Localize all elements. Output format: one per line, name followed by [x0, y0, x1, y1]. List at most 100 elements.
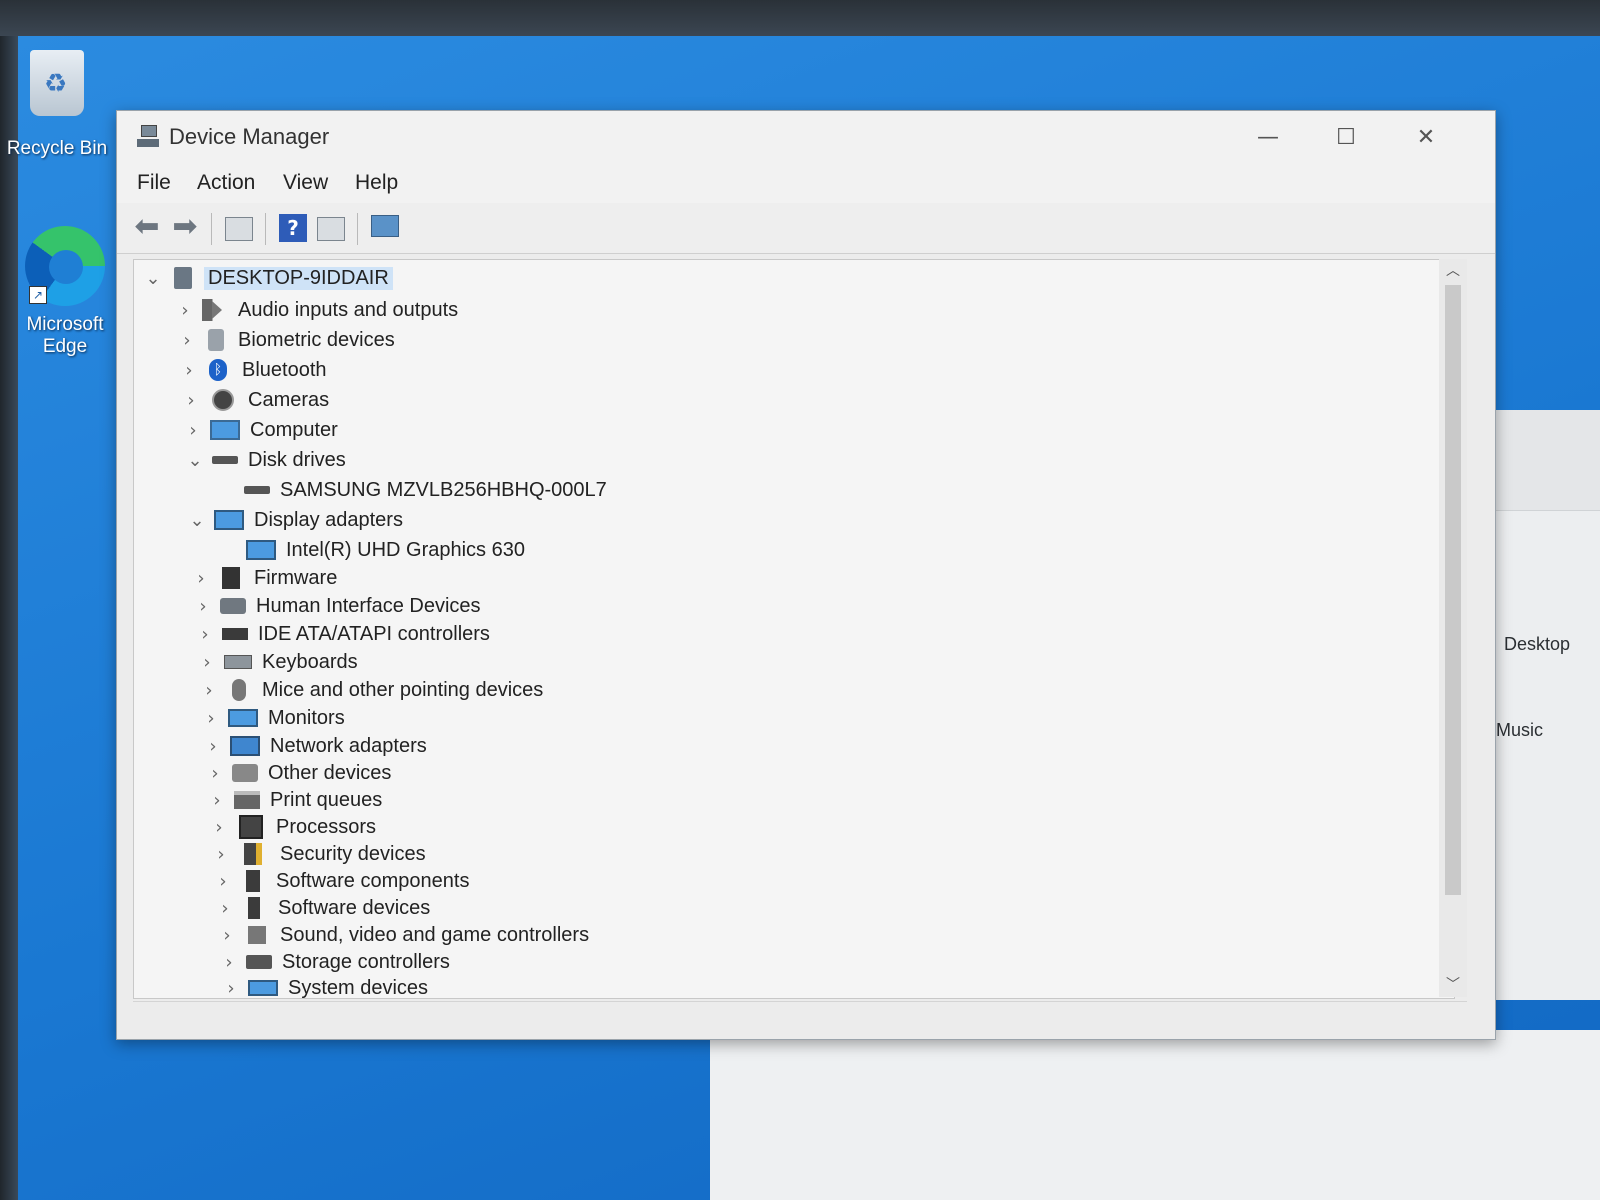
collapse-caret-icon[interactable]: › — [200, 708, 222, 729]
tree-item-software-devices[interactable]: › Software devices — [214, 894, 430, 922]
software-component-icon — [246, 870, 260, 892]
collapse-caret-icon[interactable]: › — [180, 390, 202, 411]
minimize-button[interactable]: — — [1241, 119, 1295, 157]
collapse-caret-icon[interactable]: › — [190, 568, 212, 589]
collapse-caret-icon[interactable]: › — [202, 736, 224, 757]
security-icon — [244, 843, 262, 865]
tree-item-system[interactable]: › System devices — [220, 974, 428, 999]
tree-item-firmware[interactable]: › Firmware — [190, 564, 337, 592]
device-manager-window: Device Manager — ☐ ✕ File Action View He… — [116, 110, 1496, 1040]
tree-item-bluetooth[interactable]: › ᛒ Bluetooth — [178, 356, 327, 384]
view-icon[interactable] — [317, 217, 345, 241]
status-bar — [133, 1001, 1467, 1036]
tree-item-label: Bluetooth — [242, 358, 327, 381]
tree-item-keyboards[interactable]: › Keyboards — [196, 648, 358, 676]
collapse-caret-icon[interactable]: › — [198, 680, 220, 701]
tree-item-hid[interactable]: › Human Interface Devices — [192, 592, 481, 620]
desktop-icon-recycle-bin[interactable]: Recycle Bin — [2, 50, 112, 160]
tree-item-processors[interactable]: › Processors — [208, 813, 376, 841]
toolbar-separator — [211, 213, 212, 245]
help-icon[interactable]: ? — [279, 214, 307, 242]
tree-item-disk-drives[interactable]: ⌄ Disk drives — [184, 446, 345, 474]
tree-item-ide[interactable]: › IDE ATA/ATAPI controllers — [194, 620, 490, 648]
scrollbar-thumb[interactable] — [1445, 285, 1461, 895]
tree-item-monitors[interactable]: › Monitors — [200, 704, 344, 732]
maximize-button[interactable]: ☐ — [1319, 119, 1373, 157]
collapse-caret-icon[interactable]: › — [208, 817, 230, 838]
storage-icon — [246, 955, 272, 969]
collapse-caret-icon[interactable]: › — [218, 952, 240, 973]
firmware-icon — [222, 567, 240, 589]
tree-item-sound[interactable]: › Sound, video and game controllers — [216, 921, 589, 949]
forward-arrow-icon[interactable]: ➡ — [171, 212, 199, 242]
collapse-caret-icon[interactable]: › — [182, 420, 204, 441]
desktop-icon-label: Recycle Bin — [6, 138, 108, 159]
tree-item-audio[interactable]: › Audio inputs and outputs — [174, 296, 458, 324]
collapse-caret-icon[interactable]: › — [194, 624, 216, 645]
collapse-caret-icon[interactable]: › — [192, 596, 214, 617]
tree-item-print-queues[interactable]: › Print queues — [206, 786, 382, 814]
tree-item-label: IDE ATA/ATAPI controllers — [258, 622, 490, 645]
device-tree[interactable]: ⌄ DESKTOP-9IDDAIR › Audio inputs and outp… — [133, 259, 1455, 999]
window-title: Device Manager — [169, 124, 330, 149]
explorer-item-music[interactable]: Music — [1496, 720, 1543, 741]
tree-item-network[interactable]: › Network adapters — [202, 732, 427, 760]
tree-root-label: DESKTOP-9IDDAIR — [204, 266, 393, 290]
tree-item-computer[interactable]: › Computer — [182, 416, 338, 444]
tree-item-biometric[interactable]: › Biometric devices — [176, 326, 395, 354]
disk-icon — [212, 456, 238, 464]
tree-item-software-components[interactable]: › Software components — [212, 867, 469, 895]
tree-item-label: Display adapters — [254, 508, 403, 531]
vertical-scrollbar[interactable]: ︿ ﹀ — [1439, 259, 1467, 997]
tree-child-samsung-disk[interactable]: SAMSUNG MZVLB256HBHQ-000L7 — [238, 476, 607, 504]
collapse-caret-icon[interactable]: › — [206, 790, 228, 811]
scroll-up-icon[interactable]: ︿ — [1439, 259, 1467, 283]
desktop-icon-edge[interactable]: ↗ Microsoft Edge — [10, 226, 120, 358]
collapse-caret-icon[interactable]: › — [212, 871, 234, 892]
collapse-caret-icon[interactable]: › — [176, 330, 198, 351]
properties-icon[interactable] — [225, 217, 253, 241]
menu-view[interactable]: View — [283, 171, 328, 195]
collapse-caret-icon[interactable]: › — [196, 652, 218, 673]
collapse-caret-icon[interactable]: › — [178, 360, 200, 381]
disk-icon — [244, 486, 270, 494]
collapse-caret-icon[interactable]: › — [216, 925, 238, 946]
collapse-caret-icon[interactable]: › — [174, 300, 196, 321]
collapse-caret-icon[interactable]: › — [210, 844, 232, 865]
tree-child-intel-graphics[interactable]: Intel(R) UHD Graphics 630 — [240, 536, 525, 564]
expand-caret-icon[interactable]: ⌄ — [184, 450, 206, 471]
tree-root[interactable]: ⌄ DESKTOP-9IDDAIR — [142, 264, 393, 292]
close-button[interactable]: ✕ — [1399, 119, 1453, 157]
tree-item-storage[interactable]: › Storage controllers — [218, 948, 449, 976]
tree-item-label: Software devices — [278, 896, 431, 919]
expand-caret-icon[interactable]: ⌄ — [186, 510, 208, 531]
collapse-caret-icon[interactable]: › — [204, 763, 226, 784]
tree-item-display-adapters[interactable]: ⌄ Display adapters — [186, 506, 403, 534]
explorer-item-desktop[interactable]: Desktop — [1504, 634, 1570, 655]
tree-item-mice[interactable]: › Mice and other pointing devices — [198, 676, 543, 704]
tree-item-label: Computer — [250, 418, 338, 441]
tree-item-label: Network adapters — [270, 734, 427, 757]
collapse-caret-icon[interactable]: › — [220, 978, 242, 999]
recycle-bin-icon — [30, 50, 84, 116]
tree-item-label: Human Interface Devices — [256, 594, 481, 617]
tree-item-other-devices[interactable]: › Other devices — [204, 759, 391, 787]
title-bar[interactable]: Device Manager — ☐ ✕ — [117, 111, 1495, 163]
scroll-down-icon[interactable]: ﹀ — [1439, 973, 1467, 997]
menu-file[interactable]: File — [137, 171, 171, 195]
speaker-icon — [202, 299, 228, 321]
biometric-icon — [208, 329, 224, 351]
toolbar-separator — [357, 213, 358, 245]
collapse-caret-icon[interactable]: › — [214, 898, 236, 919]
tree-item-label: Keyboards — [262, 650, 358, 673]
tree-item-cameras[interactable]: › Cameras — [180, 386, 329, 414]
back-arrow-icon[interactable]: ⬅ — [133, 212, 161, 242]
tree-item-security[interactable]: › Security devices — [210, 840, 426, 868]
tree-item-label: Firmware — [254, 566, 338, 589]
tree-item-label: Security devices — [280, 842, 426, 865]
monitor-icon[interactable] — [371, 215, 399, 237]
expand-caret-icon[interactable]: ⌄ — [142, 268, 164, 289]
menu-action[interactable]: Action — [197, 171, 255, 195]
menu-help[interactable]: Help — [355, 171, 398, 195]
camera-icon — [212, 389, 234, 411]
